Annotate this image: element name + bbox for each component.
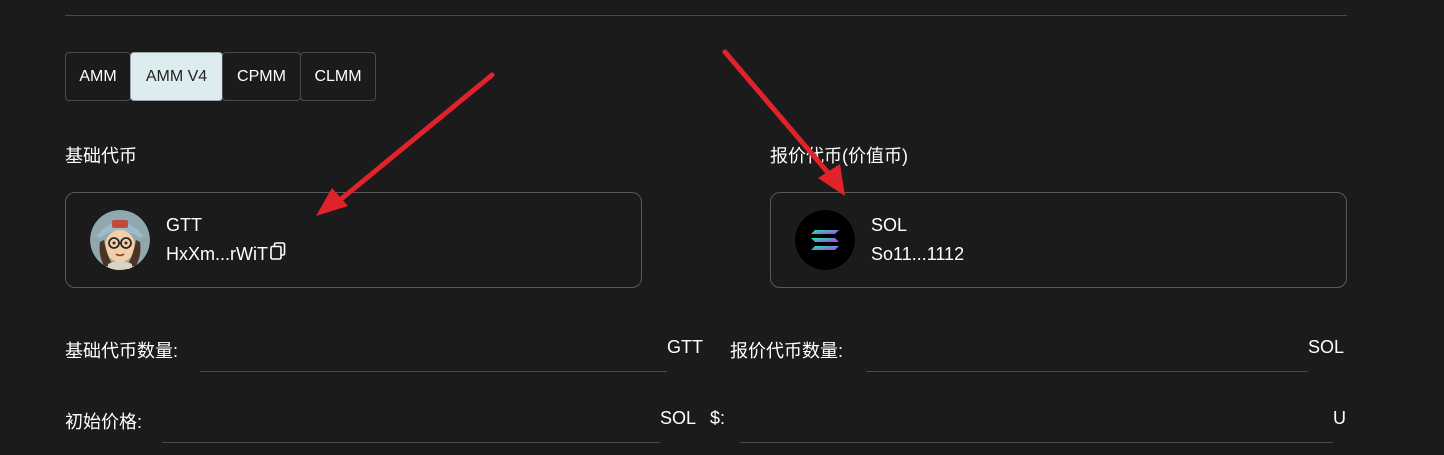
annotation-arrow-quote [722, 49, 845, 196]
annotation-arrows [316, 49, 845, 216]
annotation-arrow-base [316, 72, 495, 216]
